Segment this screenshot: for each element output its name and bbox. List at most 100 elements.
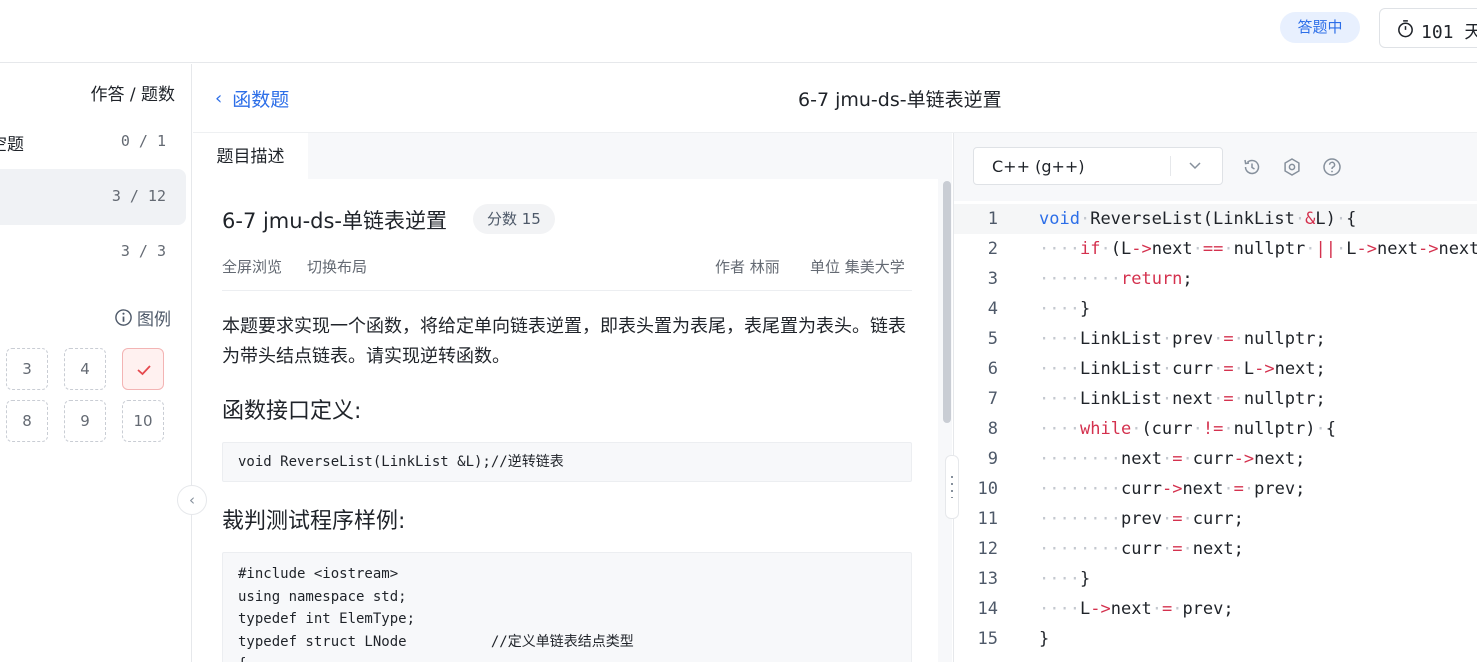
author-text: 作者 林丽 [715, 258, 780, 276]
back-link-label: 函数题 [232, 89, 290, 111]
chevron-left-icon: ‹ [215, 88, 223, 109]
line-number: 6 [987, 359, 998, 379]
divider [1170, 156, 1171, 176]
code-line-text: ····} [1039, 569, 1091, 589]
question-box[interactable]: 3 [6, 348, 48, 390]
line-number: 5 [987, 329, 998, 349]
code-line-text: void·ReverseList(LinkList·&L)·{ [1039, 209, 1357, 229]
drag-handle-icon [951, 476, 953, 498]
settings-icon[interactable] [1282, 157, 1302, 177]
sample-code: #include <iostream> using namespace std;… [222, 552, 912, 662]
code-line-text: ····while·(curr·!=·nullptr)·{ [1039, 419, 1336, 439]
switch-layout-link[interactable]: 切换布局 [307, 256, 367, 277]
stopwatch-icon [1398, 20, 1413, 38]
code-line[interactable]: 8 ····while·(curr·!=·nullptr)·{ [954, 414, 1477, 444]
code-line[interactable]: 13 ····} [954, 564, 1477, 594]
sidebar-item-count: 3 / 12 [111, 187, 166, 205]
problem-header: ‹ 函数题 6-7 jmu-ds-单链表逆置 [193, 64, 1477, 133]
unit-text: 单位 集美大学 [810, 258, 905, 276]
line-number: 7 [987, 389, 998, 409]
line-number: 13 [977, 569, 998, 589]
code-line[interactable]: 7 ····LinkList·next·=·nullptr; [954, 384, 1477, 414]
sidebar-item-function[interactable]: 3 / 12 [0, 169, 186, 225]
code-line[interactable]: 9 ········next·=·curr->next; [954, 444, 1477, 474]
sidebar-item-count: 3 / 3 [120, 242, 166, 260]
line-number: 12 [977, 539, 998, 559]
line-number: 14 [977, 599, 998, 619]
problem-title: 6-7 jmu-ds-单链表逆置 [222, 209, 448, 233]
chevron-down-icon [1189, 162, 1201, 170]
question-box[interactable]: 4 [64, 348, 106, 390]
code-line-text: ········curr->next·=·prev; [1039, 479, 1306, 499]
code-line[interactable]: 12 ········curr·=·next; [954, 534, 1477, 564]
line-number: 11 [977, 509, 998, 529]
code-line[interactable]: 6 ····LinkList·curr·=·L->next; [954, 354, 1477, 384]
question-box[interactable]: 10 [122, 400, 164, 442]
info-icon [115, 309, 132, 326]
timer: 101 天 [1379, 8, 1477, 48]
question-box-current[interactable] [122, 348, 164, 390]
chevron-left-icon: ‹ [189, 491, 195, 509]
code-line-text: ····LinkList·curr·=·L->next; [1039, 359, 1326, 379]
code-line[interactable]: 11 ········prev·=·curr; [954, 504, 1477, 534]
code-editor-panel: C++ (g++) 1 void·ReverseList(LinkList·&L)… [953, 133, 1477, 662]
tab-description[interactable]: 题目描述 [193, 133, 308, 179]
question-box[interactable]: 8 [6, 400, 48, 442]
code-line-text: ········next·=·curr->next; [1039, 449, 1306, 469]
legend-label: 图例 [137, 310, 171, 330]
language-value: C++ (g++) [992, 157, 1085, 176]
code-line-text: ····L->next·=·prev; [1039, 599, 1234, 619]
line-number: 8 [987, 419, 998, 439]
sidebar-item-count: 0 / 1 [120, 132, 166, 150]
timer-text: 101 天 [1421, 22, 1477, 43]
top-bar: 答题中 101 天 [0, 0, 1477, 63]
code-line-text: ····if·(L->next·==·nullptr·||·L->next->n… [1039, 239, 1477, 259]
check-icon [137, 365, 151, 376]
code-line[interactable]: 10 ········curr->next·=·prev; [954, 474, 1477, 504]
code-line-text: ····LinkList·prev·=·nullptr; [1039, 329, 1326, 349]
back-link[interactable]: ‹ 函数题 [215, 85, 289, 112]
code-line[interactable]: 4 ····} [954, 294, 1477, 324]
status-badge: 答题中 [1280, 12, 1360, 43]
score-badge: 分数 15 [473, 204, 555, 234]
code-line[interactable]: 5 ····LinkList·prev·=·nullptr; [954, 324, 1477, 354]
code-line[interactable]: 2 ····if·(L->next·==·nullptr·||·L->next->… [954, 234, 1477, 264]
line-number: 4 [987, 299, 998, 319]
code-line-text: ········return; [1039, 269, 1193, 289]
help-icon[interactable] [1322, 157, 1342, 177]
code-line-text: ····LinkList·next·=·nullptr; [1039, 389, 1326, 409]
collapse-sidebar-button[interactable]: ‹ [177, 485, 207, 515]
code-line[interactable]: 1 void·ReverseList(LinkList·&L)·{ [954, 204, 1477, 234]
section-heading: 函数接口定义: [222, 399, 362, 424]
code-line-text: } [1039, 629, 1050, 649]
code-line[interactable]: 15} [954, 624, 1477, 654]
sidebar-item-fill-blank[interactable]: 空题 0 / 1 [0, 114, 186, 170]
panel-resize-handle[interactable] [945, 455, 959, 519]
section-heading: 裁判测试程序样例: [222, 509, 406, 534]
divider [222, 290, 912, 291]
sidebar-header: 作答 / 题数 [90, 85, 175, 105]
code-line-text: ········prev·=·curr; [1039, 509, 1244, 529]
problem-panel: 题目描述 6-7 jmu-ds-单链表逆置 分数 15 全屏浏览 切换布局 作者… [193, 133, 952, 662]
line-number: 10 [977, 479, 998, 499]
line-number: 3 [987, 269, 998, 289]
fullscreen-link[interactable]: 全屏浏览 [222, 256, 282, 277]
language-select[interactable]: C++ (g++) [973, 147, 1223, 185]
question-box[interactable]: 9 [64, 400, 106, 442]
scrollbar-thumb[interactable] [943, 181, 951, 423]
line-number: 9 [987, 449, 998, 469]
code-area[interactable]: 1 void·ReverseList(LinkList·&L)·{ 2 ····if·… [954, 201, 1477, 662]
sidebar-item-label: 空题 [0, 135, 24, 155]
sidebar-item-programming[interactable]: 3 / 3 [0, 224, 186, 280]
legend-button[interactable]: 图例 [114, 305, 171, 330]
page-title: 6-7 jmu-ds-单链表逆置 [798, 89, 1002, 111]
code-line[interactable]: 3 ········return; [954, 264, 1477, 294]
editor-toolbar: C++ (g++) [954, 133, 1477, 201]
line-number: 15 [977, 629, 998, 649]
interface-code: void ReverseList(LinkList &L);//逆转链表 [222, 442, 912, 482]
code-line[interactable]: 14 ····L->next·=·prev; [954, 594, 1477, 624]
code-line-text: ····} [1039, 299, 1091, 319]
history-icon[interactable] [1242, 157, 1262, 177]
line-number: 1 [987, 209, 998, 229]
question-sidebar: 作答 / 题数 空题 0 / 1 3 / 12 3 / 3 图例 3 4 8 9… [0, 64, 192, 662]
